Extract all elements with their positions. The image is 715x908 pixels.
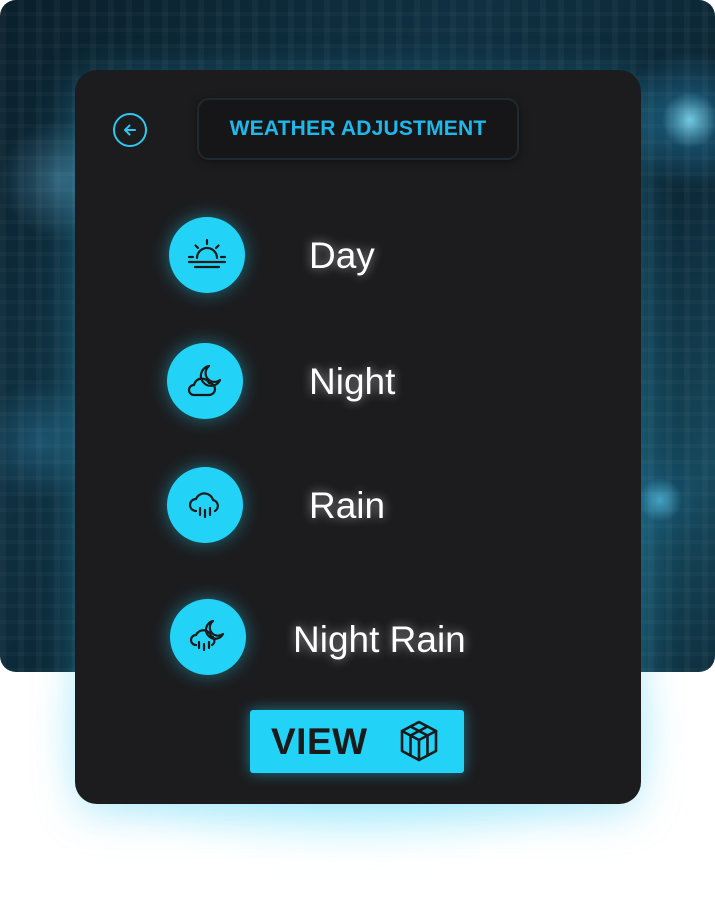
view-button[interactable]: VIEW: [250, 710, 464, 773]
option-night-rain-label: Night Rain: [293, 619, 466, 660]
option-rain-label: Rain: [309, 485, 386, 526]
option-night-label: Night: [309, 361, 396, 402]
option-night[interactable]: Night: [167, 343, 487, 423]
cube-3d-icon: [400, 720, 438, 762]
cloud-moon-icon: [187, 364, 222, 397]
option-day[interactable]: Day: [169, 217, 489, 297]
option-day-icon-circle: [169, 217, 245, 293]
option-rain-icon-circle: [167, 467, 243, 543]
option-night-rain-icon-circle: [170, 599, 246, 675]
view-button-label: VIEW: [271, 721, 368, 762]
weather-adjustment-panel: WEATHER ADJUSTMENT Day Night Rain Night …: [75, 70, 641, 804]
option-night-rain[interactable]: Night Rain: [170, 599, 590, 679]
arrow-left-circle-icon: [124, 124, 136, 136]
page-title: WEATHER ADJUSTMENT: [229, 117, 487, 140]
cloud-rain-icon: [188, 492, 219, 519]
sunrise-icon: [187, 238, 227, 269]
option-night-icon-circle: [167, 343, 243, 419]
option-day-label: Day: [309, 235, 375, 276]
cloud-moon-rain-icon: [189, 619, 225, 652]
option-rain[interactable]: Rain: [167, 467, 487, 547]
back-button[interactable]: [113, 113, 147, 147]
title-box: WEATHER ADJUSTMENT: [199, 100, 517, 158]
